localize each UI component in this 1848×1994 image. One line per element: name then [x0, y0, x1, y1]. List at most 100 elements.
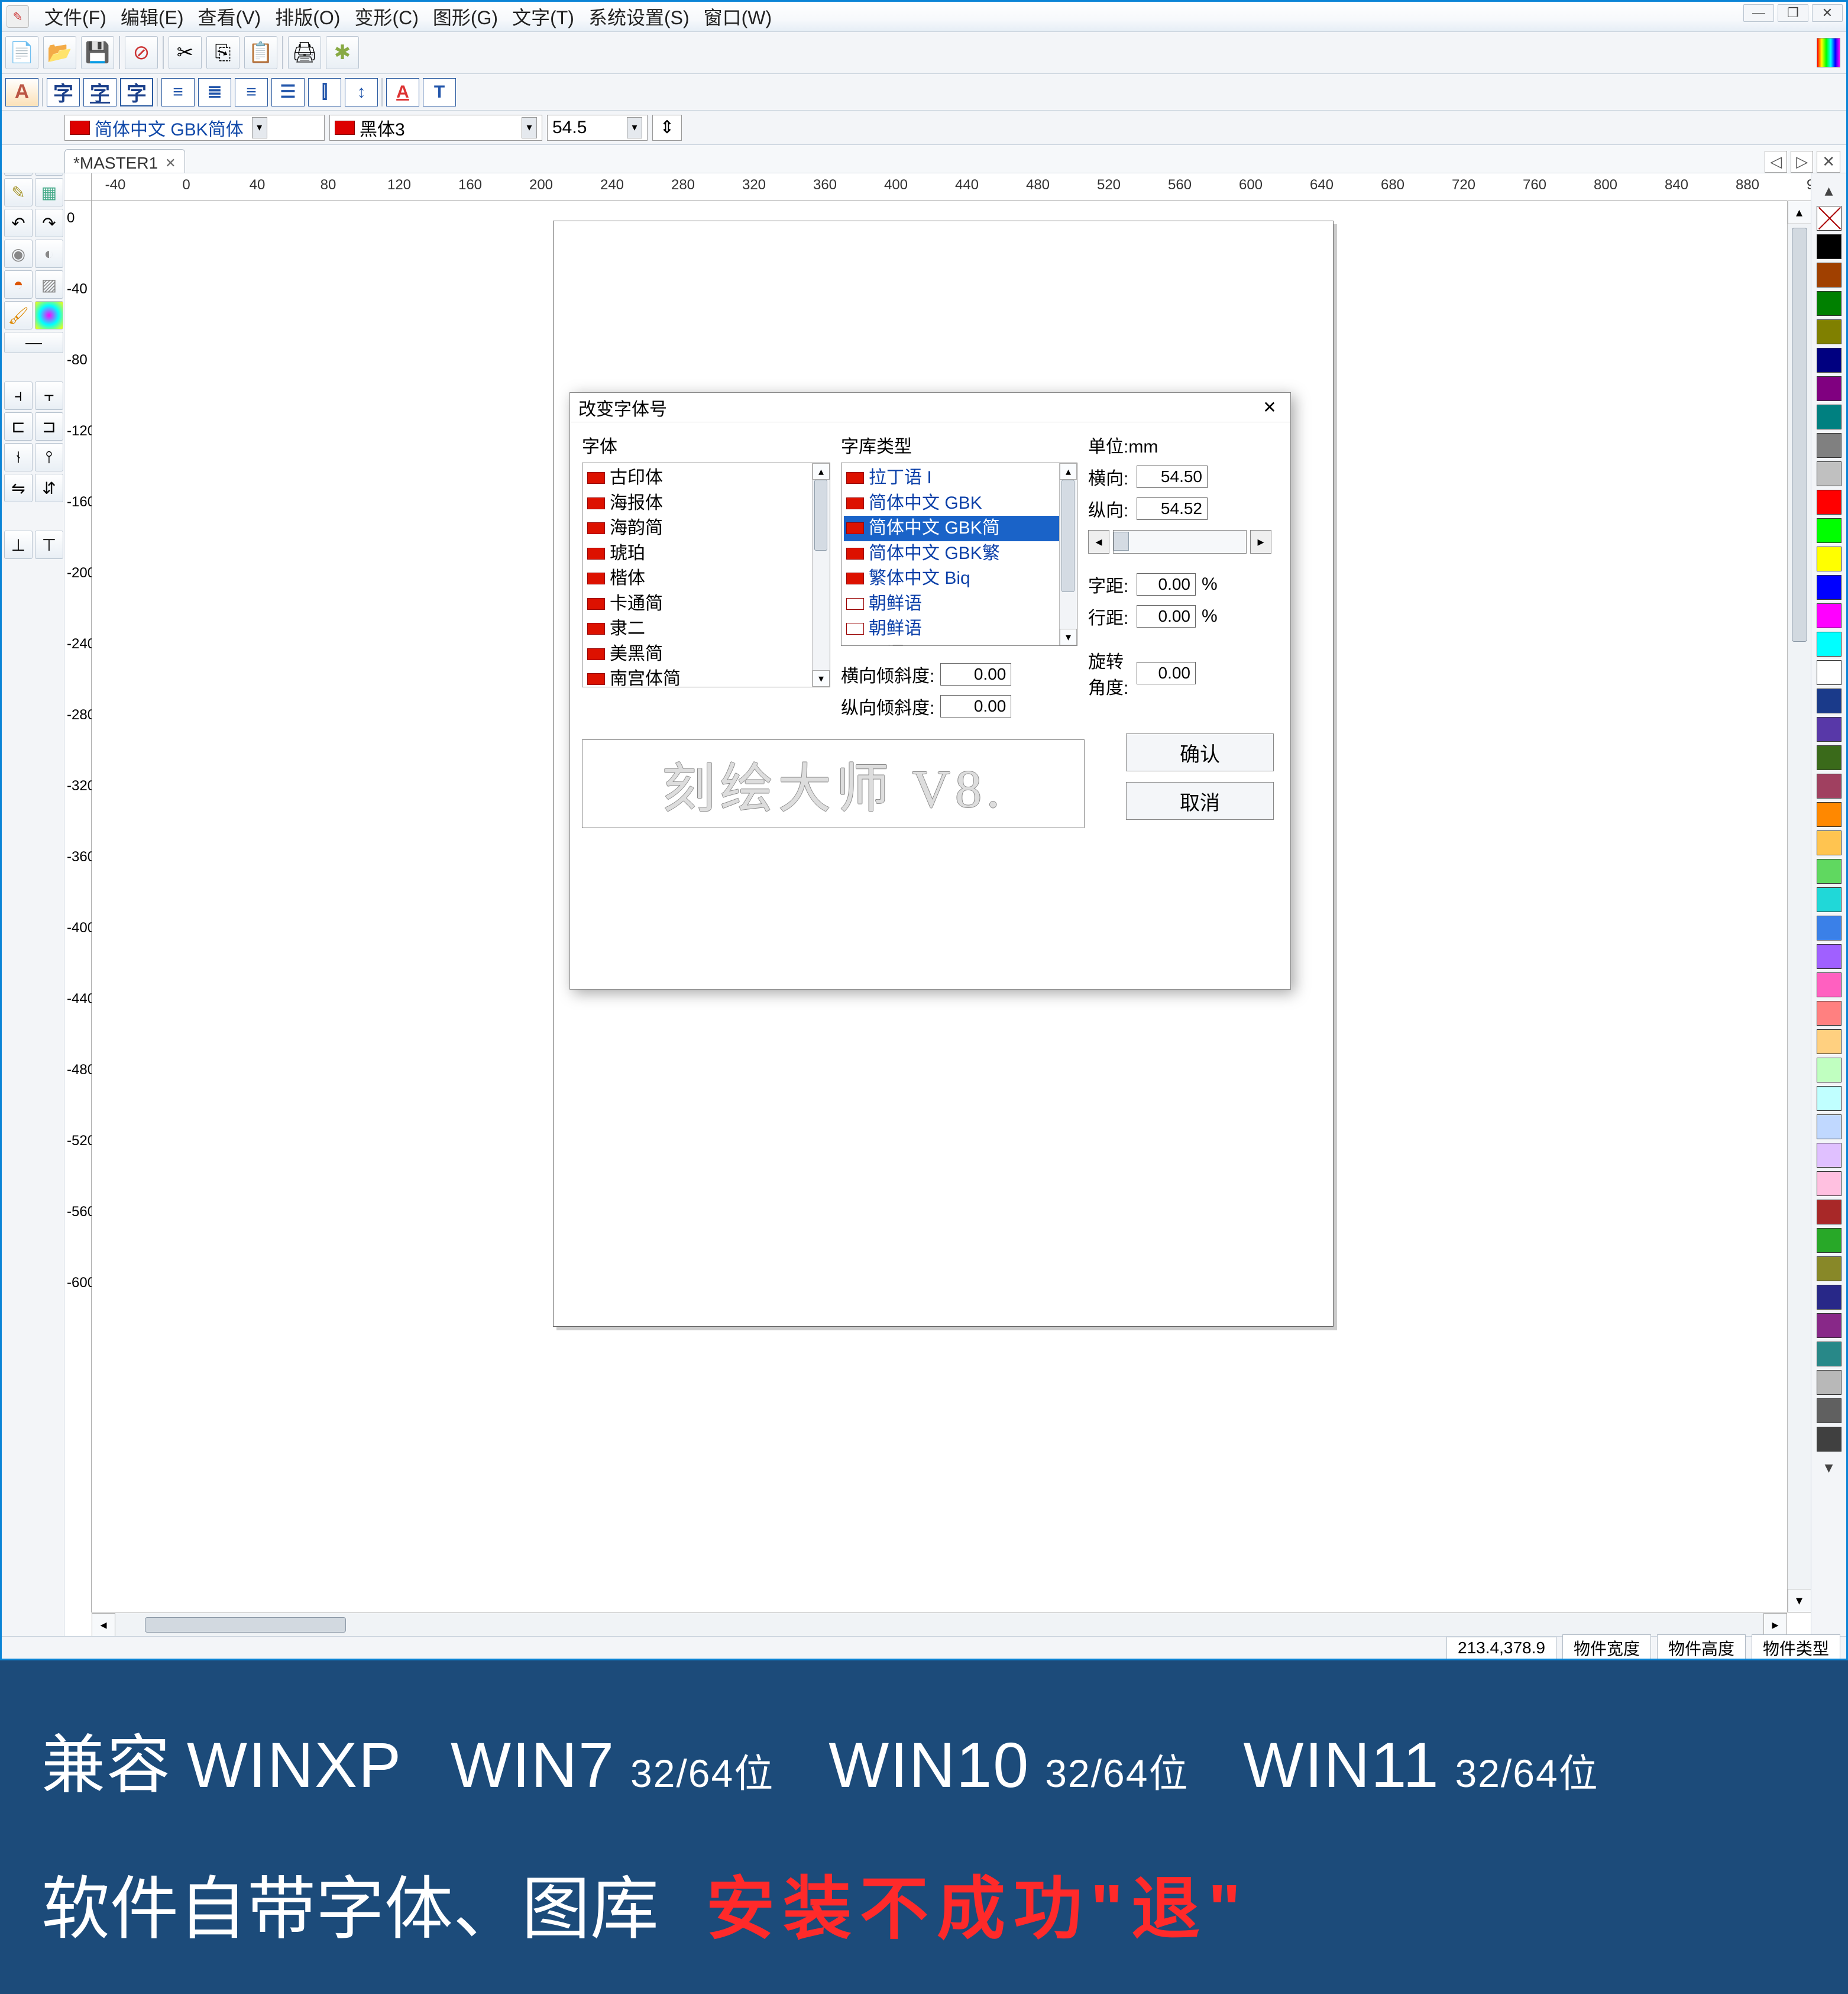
ruler-origin[interactable]	[64, 173, 92, 201]
color-swatch[interactable]	[1817, 1200, 1841, 1224]
copy-button[interactable]: ⎘	[206, 36, 240, 69]
color-swatch[interactable]	[1817, 1058, 1841, 1082]
language-selector[interactable]: 简体中文 GBK简体 ▾	[64, 115, 325, 141]
scroll-thumb[interactable]	[814, 480, 827, 551]
align-left-button[interactable]: ≡	[161, 78, 195, 106]
document-tab[interactable]: *MASTER1 ✕	[64, 149, 185, 173]
library-list-item[interactable]: 简体中文 GBK简	[844, 516, 1075, 541]
align-justify-button[interactable]: ☰	[271, 78, 305, 106]
font-list-item[interactable]: 海报体	[585, 491, 827, 516]
color-swatch[interactable]	[1817, 1029, 1841, 1054]
color-swatch[interactable]	[1817, 490, 1841, 515]
save-file-button[interactable]: 💾	[81, 36, 114, 69]
vertical-ruler[interactable]: 0-40-80-120-160-200-240-280-320-360-400-…	[64, 201, 92, 1612]
library-list-item[interactable]: 朝鲜语	[844, 592, 1075, 617]
font-list-item[interactable]: 琥珀	[585, 541, 827, 567]
color-swatch[interactable]	[1817, 547, 1841, 571]
color-swatch[interactable]	[1817, 1342, 1841, 1366]
color-swatch[interactable]	[1817, 1171, 1841, 1196]
library-list-item[interactable]: 日语 Shift JIS	[844, 642, 1075, 647]
char-spacing-input[interactable]: 0.00	[1137, 573, 1196, 596]
scroll-right-arrow-icon[interactable]: ▸	[1763, 1613, 1787, 1637]
dialog-close-button[interactable]: ✕	[1257, 397, 1282, 418]
close-button[interactable]: ✕	[1812, 4, 1843, 22]
menu-item[interactable]: 窗口(W)	[697, 0, 779, 34]
font-list-item[interactable]: 海韵简	[585, 516, 827, 541]
color-swatch[interactable]	[1817, 575, 1841, 600]
align-center-button[interactable]: ≣	[198, 78, 231, 106]
font-list-item[interactable]: 卡通简	[585, 592, 827, 617]
color-swatch[interactable]	[1817, 348, 1841, 373]
vertical-scrollbar[interactable]: ▴ ▾	[1787, 201, 1811, 1612]
menu-item[interactable]: 文字(T)	[505, 0, 581, 34]
color-swatch[interactable]	[1817, 1143, 1841, 1168]
library-list-item[interactable]: 繁体中文 Biq	[844, 566, 1075, 592]
scroll-up-arrow-icon[interactable]: ▴	[1788, 201, 1811, 224]
text-direction-button[interactable]: ↕	[345, 78, 378, 106]
scroll-up-icon[interactable]: ▴	[813, 463, 830, 480]
color-swatch[interactable]	[1817, 774, 1841, 799]
scroll-up-icon[interactable]: ▴	[1060, 463, 1077, 480]
minimize-button[interactable]: —	[1743, 4, 1774, 22]
color-swatch[interactable]	[1817, 1114, 1841, 1139]
cancel-button[interactable]: 取消	[1126, 782, 1274, 820]
font-style-button[interactable]: A	[5, 78, 38, 106]
color-swatch[interactable]	[1817, 944, 1841, 969]
library-listbox[interactable]: 拉丁语 I简体中文 GBK简体中文 GBK简简体中文 GBK繁繁体中文 Biq朝…	[841, 463, 1077, 646]
plotter-button[interactable]: ✱	[326, 36, 359, 69]
new-file-button[interactable]: 📄	[5, 36, 38, 69]
color-swatch[interactable]	[1817, 972, 1841, 997]
scroll-thumb[interactable]	[1061, 480, 1075, 592]
menu-item[interactable]: 图形(G)	[426, 0, 505, 34]
palette-down-arrow-icon[interactable]: ▾	[1824, 1457, 1833, 1477]
char-button-1[interactable]: 字	[47, 78, 80, 106]
char-button-2[interactable]: 字	[83, 78, 116, 106]
listbox-scrollbar[interactable]: ▴ ▾	[1059, 463, 1077, 645]
line-spacing-input[interactable]: 0.00	[1137, 605, 1196, 628]
color-swatch[interactable]	[1817, 916, 1841, 941]
restore-button[interactable]: ❐	[1778, 4, 1808, 22]
menu-item[interactable]: 查看(V)	[191, 0, 268, 34]
font-list-item[interactable]: 南宫体简	[585, 667, 827, 687]
library-list-item[interactable]: 简体中文 GBK繁	[844, 541, 1075, 567]
font-list-item[interactable]: 隶二	[585, 616, 827, 642]
font-list-item[interactable]: 楷体	[585, 566, 827, 592]
horizontal-scrollbar[interactable]: ◂ ▸	[92, 1612, 1787, 1636]
slider-right-arrow-icon[interactable]: ▸	[1250, 530, 1271, 554]
scroll-thumb[interactable]	[1792, 228, 1807, 642]
color-swatch[interactable]	[1817, 745, 1841, 770]
color-swatch[interactable]	[1817, 1086, 1841, 1111]
menu-item[interactable]: 编辑(E)	[114, 0, 191, 34]
color-swatch[interactable]	[1817, 859, 1841, 884]
scroll-thumb[interactable]	[145, 1617, 346, 1633]
color-swatch[interactable]	[1817, 1427, 1841, 1452]
color-swatch[interactable]	[1817, 830, 1841, 855]
delete-button[interactable]: ⊘	[125, 36, 158, 69]
tab-next-button[interactable]: ▷	[1791, 151, 1813, 173]
char-button-3[interactable]: 字	[120, 78, 153, 106]
menu-item[interactable]: 系统设置(S)	[581, 0, 697, 34]
ok-button[interactable]: 确认	[1126, 733, 1274, 771]
cut-button[interactable]: ✂	[169, 36, 202, 69]
font-listbox[interactable]: 古印体海报体海韵简琥珀楷体卡通简隶二美黑简南宫体简平黑神工体简书魂体简舒体 ▴ …	[582, 463, 830, 687]
color-swatch[interactable]	[1817, 603, 1841, 628]
color-swatch[interactable]	[1817, 689, 1841, 713]
vertical-input[interactable]: 54.52	[1137, 497, 1208, 520]
open-file-button[interactable]: 📂	[43, 36, 76, 69]
align-right-button[interactable]: ≡	[235, 78, 268, 106]
listbox-scrollbar[interactable]: ▴ ▾	[812, 463, 830, 687]
menu-item[interactable]: 变形(C)	[347, 0, 425, 34]
palette-up-arrow-icon[interactable]: ▴	[1824, 180, 1833, 200]
library-list-item[interactable]: 简体中文 GBK	[844, 491, 1075, 516]
scroll-left-arrow-icon[interactable]: ◂	[92, 1613, 115, 1637]
horizontal-ruler[interactable]: -400408012016020024028032036040044048052…	[92, 173, 1787, 201]
menu-item[interactable]: 文件(F)	[37, 0, 114, 34]
paste-button[interactable]: 📋	[244, 36, 277, 69]
vertical-text-button[interactable]: ⫿	[308, 78, 341, 106]
font-list-item[interactable]: 古印体	[585, 466, 827, 491]
color-swatch[interactable]	[1817, 405, 1841, 429]
library-list-item[interactable]: 拉丁语 I	[844, 466, 1075, 491]
color-swatch[interactable]	[1817, 887, 1841, 912]
color-swatch[interactable]	[1817, 1228, 1841, 1253]
hskew-input[interactable]: 0.00	[940, 663, 1011, 686]
